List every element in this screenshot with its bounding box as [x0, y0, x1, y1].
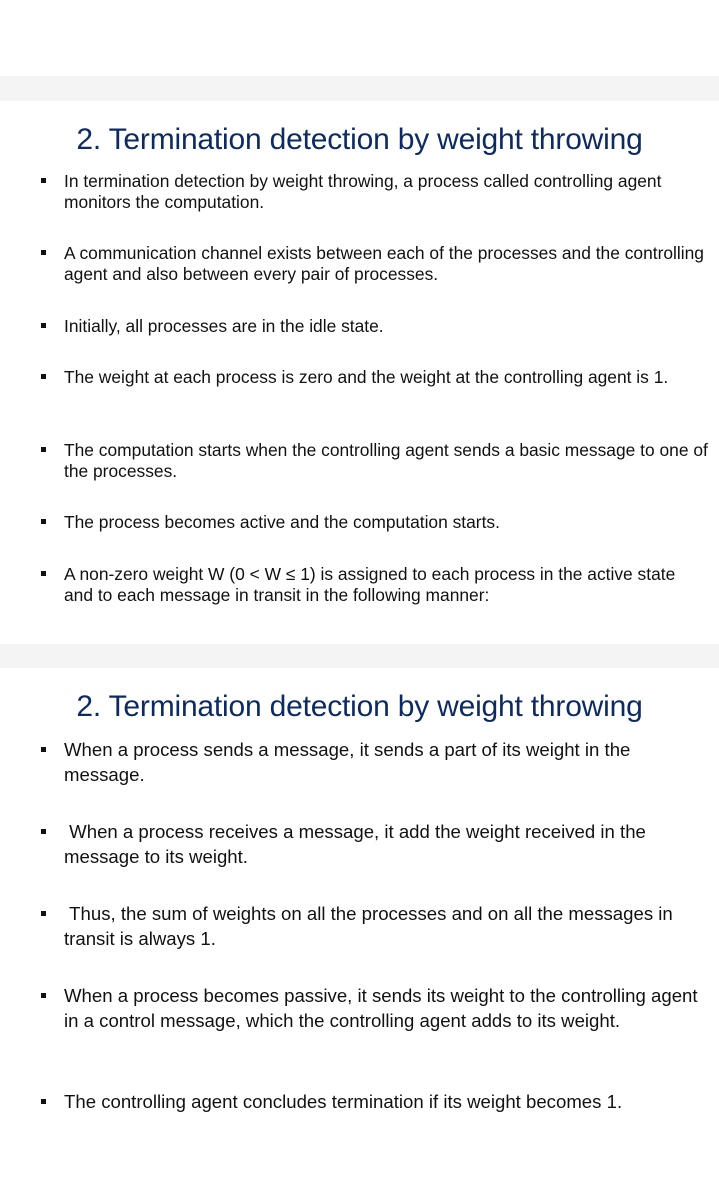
slide-2: 2. Termination detection by weight throw… — [0, 668, 719, 1179]
bullet-text: When a process sends a message, it sends… — [64, 739, 631, 785]
square-bullet-icon — [41, 911, 46, 916]
bullet-text: Initially, all processes are in the idle… — [64, 316, 384, 336]
square-bullet-icon — [41, 829, 46, 834]
bullet-text: When a process receives a message, it ad… — [64, 821, 652, 867]
square-bullet-icon — [41, 1099, 46, 1104]
bullet-text: When a process becomes passive, it sends… — [64, 985, 698, 1031]
square-bullet-icon — [41, 571, 46, 576]
square-bullet-icon — [41, 374, 46, 379]
slide-separator — [0, 76, 719, 101]
square-bullet-icon — [41, 519, 46, 524]
square-bullet-icon — [41, 323, 46, 328]
bullet-text: In termination detection by weight throw… — [64, 171, 662, 212]
bullet-text: Thus, the sum of weights on all the proc… — [64, 903, 678, 949]
square-bullet-icon — [41, 993, 46, 998]
bullet-text: A communication channel exists between e… — [64, 243, 704, 284]
square-bullet-icon — [41, 178, 46, 183]
bullet-text: The controlling agent concludes terminat… — [64, 1091, 623, 1112]
square-bullet-icon — [41, 250, 46, 255]
slide-1: 2. Termination detection by weight throw… — [0, 101, 719, 644]
square-bullet-icon — [41, 447, 46, 452]
slide-separator — [0, 644, 719, 668]
slide-title: 2. Termination detection by weight throw… — [76, 690, 643, 723]
slide-title: 2. Termination detection by weight throw… — [76, 123, 643, 156]
square-bullet-icon — [41, 747, 46, 752]
bullet-text: A non-zero weight W (0 < W ≤ 1) is assig… — [64, 564, 676, 605]
bullet-text: The computation starts when the controll… — [64, 440, 708, 481]
bullet-text: The weight at each process is zero and t… — [64, 367, 669, 387]
bullet-text: The process becomes active and the compu… — [64, 512, 500, 532]
